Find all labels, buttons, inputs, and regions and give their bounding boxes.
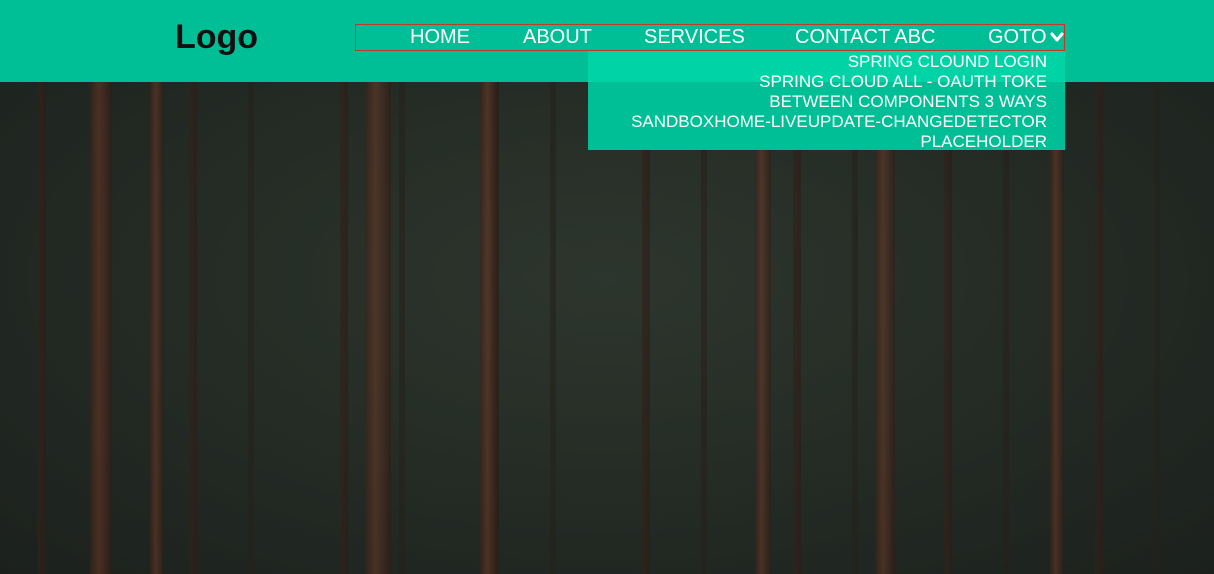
dropdown-item[interactable]: BETWEEN COMPONENTS 3 WAYS	[769, 92, 1047, 112]
tree-trunk	[875, 82, 895, 574]
nav-home[interactable]: HOME	[410, 26, 470, 49]
chevron-down-icon[interactable]	[1050, 30, 1064, 44]
dropdown-item[interactable]: SANDBOXHOME-LIVEUPDATE-CHANGEDETECTOR	[631, 112, 1047, 132]
nav-contact[interactable]: CONTACT ABC	[795, 26, 935, 49]
dropdown-item[interactable]: SPRING CLOUD ALL - OAUTH TOKE	[759, 72, 1047, 92]
tree-trunk	[150, 82, 164, 574]
logo[interactable]: Logo	[175, 18, 258, 57]
tree-trunk	[1050, 82, 1064, 574]
nav-services[interactable]: SERVICES	[644, 26, 745, 49]
tree-trunk	[90, 82, 112, 574]
goto-dropdown-menu: SPRING CLOUND LOGIN SPRING CLOUD ALL - O…	[588, 51, 1065, 152]
hero-background	[0, 82, 1214, 574]
tree-trunk	[755, 82, 771, 574]
dropdown-item[interactable]: SPRING CLOUND LOGIN	[848, 52, 1047, 72]
tree-trunk	[365, 82, 391, 574]
tree-trunk	[480, 82, 498, 574]
dropdown-item[interactable]: PLACEHOLDER	[920, 132, 1047, 152]
nav-about[interactable]: ABOUT	[523, 26, 592, 49]
nav-goto-dropdown[interactable]: GOTO	[988, 26, 1047, 49]
